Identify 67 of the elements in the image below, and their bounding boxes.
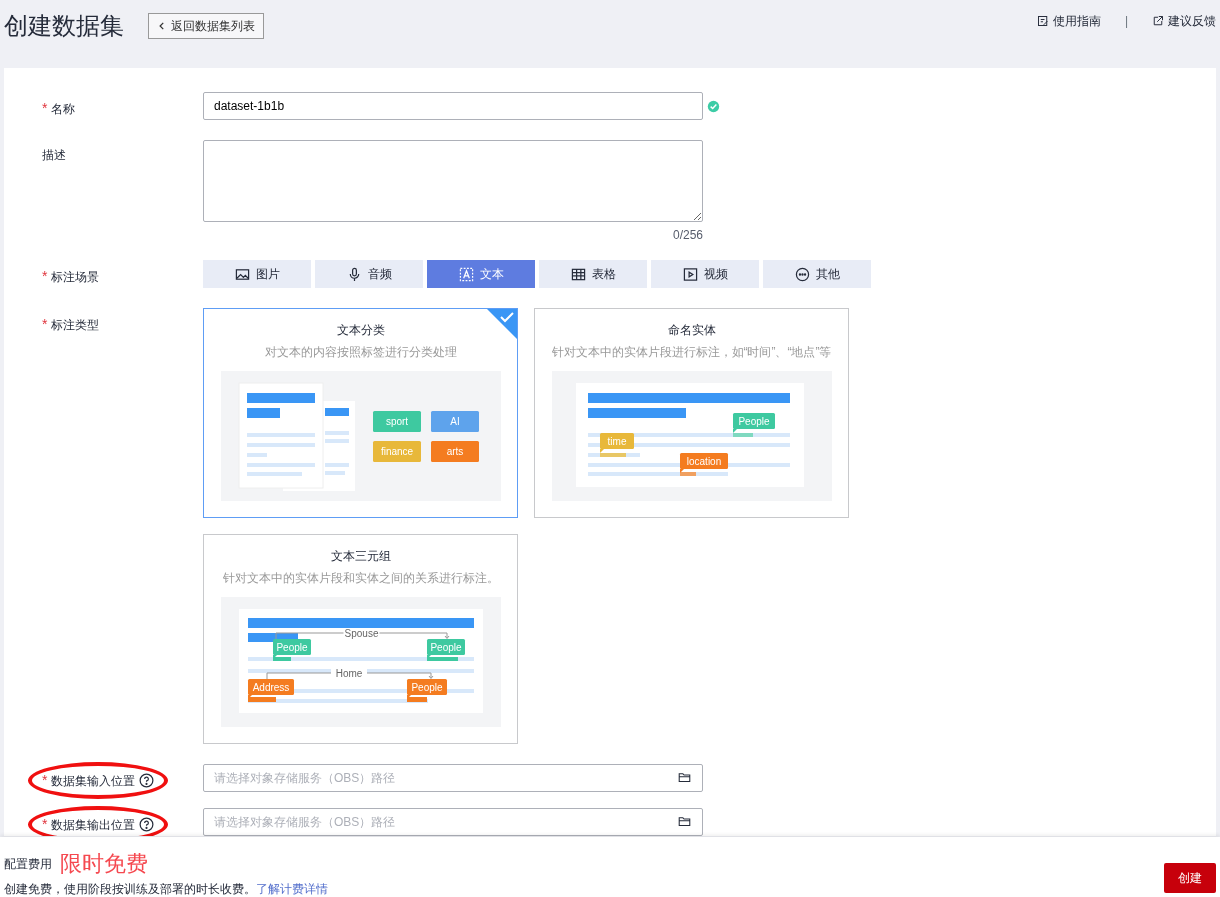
tag-label: Address bbox=[247, 679, 294, 699]
back-button[interactable]: 返回数据集列表 bbox=[148, 13, 264, 39]
type-card[interactable]: 文本三元组 针对文本中的实体片段和实体之间的关系进行标注。 Spouse People People Home Address People bbox=[203, 534, 518, 744]
tag-label: arts bbox=[430, 441, 479, 462]
relation-label: Home bbox=[330, 668, 367, 679]
card-description: 针对文本中的实体片段和实体之间的关系进行标注。 bbox=[221, 570, 500, 587]
tag-label: People bbox=[426, 639, 465, 659]
field-label: 标注场景 bbox=[51, 268, 100, 286]
scene-tab[interactable]: 其他 bbox=[763, 260, 871, 288]
scene-tab[interactable]: 视频 bbox=[651, 260, 759, 288]
description-textarea[interactable] bbox=[203, 140, 703, 222]
check-corner-icon bbox=[487, 309, 517, 339]
card-title: 文本三元组 bbox=[329, 548, 392, 565]
field-label: 数据集输入位置 bbox=[51, 772, 136, 790]
card-title: 文本分类 bbox=[335, 322, 386, 339]
required-mark: * bbox=[42, 267, 48, 286]
card-description: 对文本的内容按照标签进行分类处理 bbox=[263, 344, 458, 361]
external-link-icon bbox=[1152, 15, 1164, 27]
header-link[interactable]: 使用指南 bbox=[1036, 12, 1101, 30]
type-card[interactable]: 命名实体 针对文本中的实体片段进行标注，如“时间”、“地点”等 People time location bbox=[534, 308, 849, 518]
card-title: 命名实体 bbox=[666, 322, 717, 339]
character-count: 0/256 bbox=[672, 227, 703, 244]
scene-tab[interactable]: 音频 bbox=[315, 260, 423, 288]
field-label: 名称 bbox=[51, 100, 76, 118]
tag-label: People bbox=[406, 679, 447, 699]
name-input[interactable]: dataset-1b1b bbox=[203, 92, 703, 120]
create-button[interactable]: 创建 bbox=[1164, 863, 1216, 893]
type-card[interactable]: 文本分类 对文本的内容按照标签进行分类处理 sport AI finance arts bbox=[203, 308, 518, 518]
tag-label: time bbox=[599, 433, 634, 453]
separator: | bbox=[1124, 13, 1128, 30]
scene-tab[interactable]: 文本 bbox=[427, 260, 535, 288]
tag-label: sport bbox=[372, 411, 421, 432]
edit-icon bbox=[1036, 15, 1049, 27]
required-mark: * bbox=[42, 99, 48, 118]
field-label: 数据集输出位置 bbox=[51, 816, 136, 834]
path-input[interactable]: 请选择对象存储服务（OBS）路径 bbox=[203, 808, 703, 836]
folder-icon bbox=[678, 815, 691, 828]
text-icon bbox=[458, 266, 474, 282]
required-mark: * bbox=[42, 815, 48, 834]
folder-icon bbox=[678, 771, 691, 784]
path-input[interactable]: 请选择对象存储服务（OBS）路径 bbox=[203, 764, 703, 792]
tag-label: People bbox=[732, 413, 775, 433]
field-label: 描述 bbox=[42, 147, 66, 164]
help-icon bbox=[139, 817, 155, 832]
help-icon bbox=[139, 773, 155, 788]
pricing-link[interactable]: 了解计费详情 bbox=[256, 880, 328, 897]
card-description: 针对文本中的实体片段进行标注，如“时间”、“地点”等 bbox=[550, 344, 833, 361]
table-icon bbox=[570, 266, 586, 282]
tag-label: AI bbox=[430, 411, 479, 432]
scene-tab[interactable]: 表格 bbox=[539, 260, 647, 288]
tag-label: People bbox=[272, 639, 311, 659]
chevron-left-icon bbox=[157, 21, 167, 31]
required-mark: * bbox=[42, 771, 48, 790]
play-icon bbox=[682, 266, 698, 282]
scene-tab[interactable]: 图片 bbox=[203, 260, 311, 288]
header-link[interactable]: 建议反馈 bbox=[1152, 12, 1216, 30]
field-label: 标注类型 bbox=[51, 316, 100, 334]
image-icon bbox=[234, 266, 250, 282]
price-text: 限时免费 bbox=[60, 850, 148, 878]
fee-note: 创建免费，使用阶段按训练及部署的时长收费。 bbox=[4, 881, 256, 897]
tag-label: location bbox=[679, 453, 728, 473]
fee-label: 配置费用 bbox=[4, 855, 52, 873]
tag-label: finance bbox=[372, 441, 421, 462]
page-title: 创建数据集 bbox=[4, 11, 124, 41]
relation-label: Spouse bbox=[343, 628, 379, 639]
required-mark: * bbox=[42, 315, 48, 334]
more-icon bbox=[794, 266, 810, 282]
